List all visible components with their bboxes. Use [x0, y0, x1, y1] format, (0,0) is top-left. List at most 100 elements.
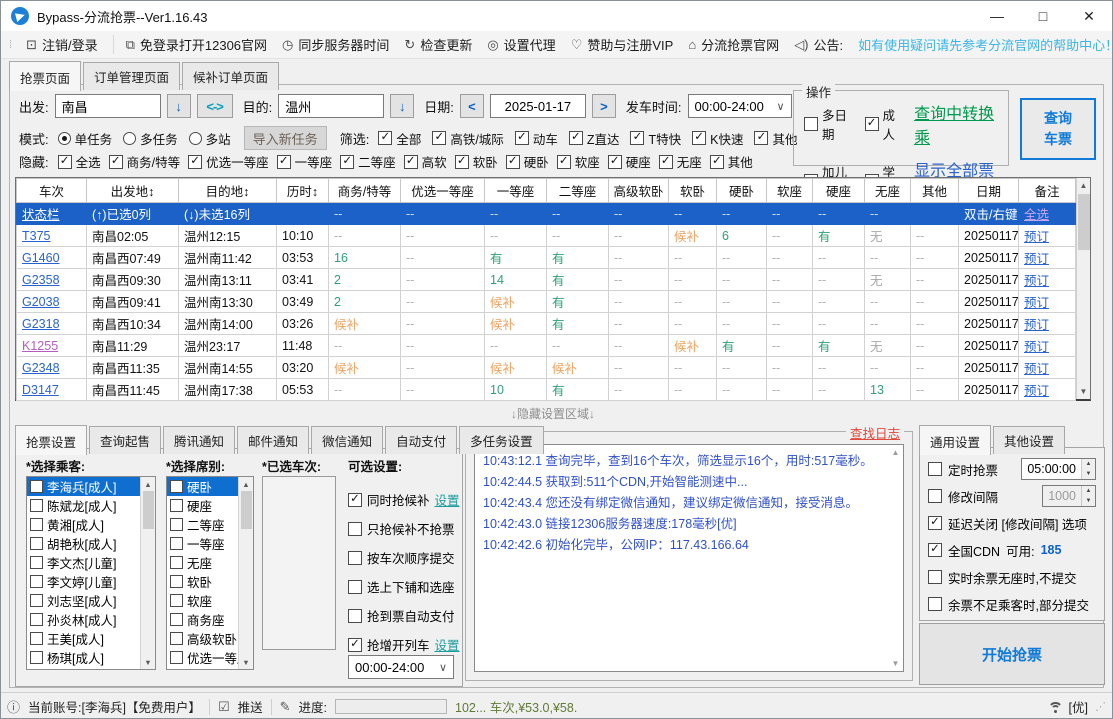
- date-prev-button[interactable]: <: [460, 94, 484, 118]
- checkbox[interactable]: [30, 537, 43, 550]
- ops-check[interactable]: 多日期: [804, 105, 853, 143]
- filter-check[interactable]: ✓动车: [515, 129, 558, 148]
- scroll-up-icon[interactable]: ▲: [1077, 178, 1090, 193]
- checkbox[interactable]: [30, 594, 43, 607]
- table-row[interactable]: T375南昌02:05温州12:1510:10----------候补6--有无…: [17, 225, 1076, 247]
- spin-down-icon[interactable]: ▼: [1082, 496, 1095, 506]
- scroll-thumb[interactable]: [241, 491, 252, 529]
- spinner[interactable]: 1000▲▼: [1042, 485, 1096, 507]
- checkbox[interactable]: [30, 575, 43, 588]
- filter-check[interactable]: ✓K快速: [692, 129, 743, 148]
- hide-check[interactable]: ✓硬座: [608, 152, 651, 171]
- checkbox[interactable]: [928, 489, 942, 503]
- seat-type-item[interactable]: 二等座: [167, 515, 238, 534]
- passenger-item[interactable]: 李文杰[儿童]: [27, 553, 140, 572]
- depart-input[interactable]: [55, 94, 161, 118]
- dest-input[interactable]: [278, 94, 384, 118]
- menu-item-6[interactable]: ♡赞助与注册VIP: [571, 35, 674, 54]
- mode-radio-单任务[interactable]: 单任务: [58, 129, 113, 148]
- book-link[interactable]: 预订: [1024, 230, 1049, 244]
- train-number-link[interactable]: T375: [22, 229, 51, 243]
- book-link[interactable]: 预订: [1024, 296, 1049, 310]
- checkbox[interactable]: ✓: [348, 493, 362, 507]
- seat-type-item[interactable]: 硬卧: [167, 477, 238, 496]
- start-grabbing-button[interactable]: 开始抢票: [919, 623, 1105, 685]
- checkbox[interactable]: [30, 556, 43, 569]
- checkbox[interactable]: ✓: [404, 155, 418, 169]
- checkbox[interactable]: [170, 537, 183, 550]
- grab-time-select[interactable]: 00:00-24:00 ∨: [348, 655, 454, 679]
- train-number-link[interactable]: G1460: [22, 251, 60, 265]
- table-row[interactable]: G1460南昌西07:49温州南11:4203:5316--有有--------…: [17, 247, 1076, 269]
- checkbox[interactable]: ✓: [630, 131, 644, 145]
- checkbox[interactable]: [170, 518, 183, 531]
- spinner[interactable]: 05:00:00▲▼: [1021, 458, 1096, 480]
- checkbox[interactable]: [30, 518, 43, 531]
- checkbox[interactable]: [30, 480, 43, 493]
- checkbox[interactable]: [30, 613, 43, 626]
- column-header[interactable]: 高级软卧: [609, 179, 669, 203]
- option-只抢候补不抢票[interactable]: 只抢候补不抢票: [348, 519, 455, 538]
- hide-check[interactable]: ✓软座: [557, 152, 600, 171]
- push-label[interactable]: 推送: [238, 697, 263, 716]
- status-bar-link[interactable]: 状态栏: [22, 208, 60, 222]
- table-row[interactable]: G2348南昌西11:35温州南14:5503:20候补--候补候补------…: [17, 357, 1076, 379]
- tab-微信通知[interactable]: 微信通知: [311, 426, 383, 454]
- column-header[interactable]: 软座: [767, 179, 813, 203]
- menu-item-2[interactable]: ⧉免登录打开12306官网: [113, 35, 267, 54]
- menu-item-4[interactable]: ↻检查更新: [404, 35, 472, 54]
- find-log-link[interactable]: 查找日志: [846, 423, 904, 442]
- checkbox[interactable]: ✓: [692, 131, 706, 145]
- column-header[interactable]: 优选一等座: [401, 179, 485, 203]
- depart-dropdown-button[interactable]: ↓: [167, 94, 191, 118]
- filter-check[interactable]: ✓全部: [378, 129, 421, 148]
- checkbox[interactable]: ✓: [188, 155, 202, 169]
- spin-up-icon[interactable]: ▲: [1082, 459, 1095, 469]
- checkbox[interactable]: ✓: [608, 155, 622, 169]
- passenger-item[interactable]: 杨琪[成人]: [27, 648, 140, 667]
- book-link[interactable]: 预订: [1024, 362, 1049, 376]
- menu-item-3[interactable]: ◷同步服务器时间: [282, 35, 389, 54]
- checkbox[interactable]: [348, 609, 362, 623]
- checkbox[interactable]: ✓: [865, 117, 879, 131]
- scroll-down-icon[interactable]: ▼: [141, 655, 155, 669]
- column-header[interactable]: 日期: [959, 179, 1019, 203]
- checkbox[interactable]: [928, 462, 942, 476]
- minimize-button[interactable]: —: [974, 1, 1020, 31]
- column-header[interactable]: 无座: [865, 179, 911, 203]
- scroll-thumb[interactable]: [1078, 194, 1090, 250]
- passenger-item[interactable]: 刘志坚[成人]: [27, 591, 140, 610]
- tab-订单管理页面[interactable]: 订单管理页面: [83, 62, 180, 90]
- passenger-item[interactable]: 李海兵[成人]: [27, 477, 140, 496]
- seat-type-item[interactable]: 无座: [167, 553, 238, 572]
- hide-check[interactable]: ✓优选一等座: [188, 152, 269, 171]
- tab-邮件通知[interactable]: 邮件通知: [237, 426, 309, 454]
- checkbox[interactable]: ✓: [659, 155, 673, 169]
- checkbox[interactable]: ✓: [754, 131, 768, 145]
- book-link[interactable]: 预订: [1024, 384, 1049, 398]
- checkbox[interactable]: ✓: [455, 155, 469, 169]
- radio-button[interactable]: [189, 132, 202, 145]
- scroll-down-icon[interactable]: ▼: [239, 655, 253, 669]
- book-link[interactable]: 预订: [1024, 340, 1049, 354]
- passenger-item[interactable]: 李文婷[儿童]: [27, 572, 140, 591]
- checkbox[interactable]: [170, 480, 183, 493]
- option-settings-link[interactable]: 设置: [435, 490, 460, 509]
- checkbox[interactable]: [170, 575, 183, 588]
- column-header[interactable]: 车次: [17, 179, 87, 203]
- hide-check[interactable]: ✓一等座: [277, 152, 333, 171]
- column-header[interactable]: 硬卧: [717, 179, 767, 203]
- filter-check[interactable]: ✓其他: [754, 129, 797, 148]
- output-scrollbar[interactable]: ▲ ▼: [888, 445, 903, 671]
- table-row[interactable]: D3147南昌西11:45温州南17:3805:53----10有-------…: [17, 379, 1076, 401]
- maximize-button[interactable]: □: [1020, 1, 1066, 31]
- column-header[interactable]: 二等座: [547, 179, 609, 203]
- checkbox[interactable]: ✓: [432, 131, 446, 145]
- option-抢增开列车[interactable]: ✓抢增开列车设置: [348, 635, 460, 654]
- radio-button[interactable]: [123, 132, 136, 145]
- passenger-item[interactable]: 孙炎林[成人]: [27, 610, 140, 629]
- spin-up-icon[interactable]: ▲: [1082, 486, 1095, 496]
- menu-item-1[interactable]: ⊡注销/登录: [26, 35, 98, 54]
- date-next-button[interactable]: >: [592, 94, 616, 118]
- checkbox[interactable]: ✓: [569, 131, 583, 145]
